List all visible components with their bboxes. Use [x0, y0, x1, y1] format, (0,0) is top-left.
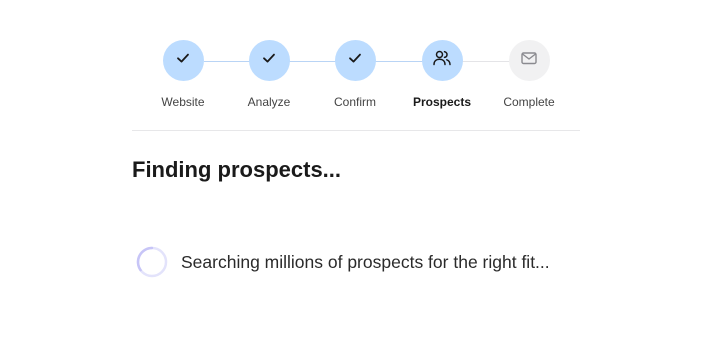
divider — [132, 130, 580, 131]
loading-spinner-icon — [136, 246, 168, 278]
step-circle — [248, 40, 290, 81]
step-circle — [508, 40, 550, 81]
check-icon — [261, 50, 277, 71]
loading-status: Searching millions of prospects for the … — [136, 246, 550, 278]
step-circle — [334, 40, 376, 81]
step-circle — [421, 40, 463, 81]
step-complete: Complete — [484, 40, 574, 109]
step-analyze: Analyze — [224, 40, 314, 109]
step-label: Complete — [503, 95, 555, 109]
mail-icon — [520, 49, 538, 72]
status-text: Searching millions of prospects for the … — [181, 252, 550, 272]
step-label: Prospects — [412, 95, 472, 109]
page-title: Finding prospects... — [132, 157, 342, 182]
step-confirm: Confirm — [310, 40, 400, 109]
step-label: Confirm — [333, 95, 376, 109]
step-label: Website — [161, 95, 205, 109]
check-icon — [347, 50, 363, 71]
progress-stepper: Website Analyze Confirm Prospects Comple… — [132, 40, 580, 112]
users-icon — [432, 48, 452, 73]
step-website: Website — [138, 40, 228, 109]
check-icon — [175, 50, 191, 71]
step-label: Analyze — [247, 95, 291, 109]
step-circle — [162, 40, 204, 81]
step-prospects: Prospects — [397, 40, 487, 109]
